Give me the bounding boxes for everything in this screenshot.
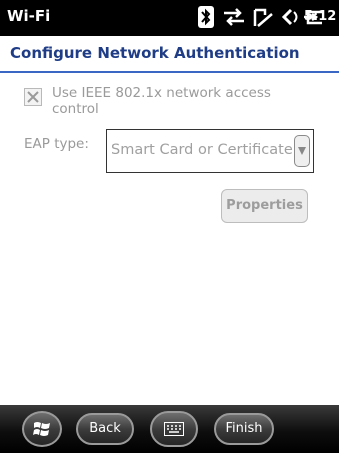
status-bar: Wi-Fi 5:12: [0, 0, 339, 36]
bluetooth-icon: [198, 6, 214, 28]
keyboard-button[interactable]: [150, 411, 198, 447]
title-divider: [0, 71, 339, 73]
clock: 5:12: [304, 9, 337, 24]
checkmark-icon: [27, 91, 39, 103]
keyboard-icon: [164, 422, 184, 436]
windows-logo-icon: [33, 422, 50, 436]
volume-icon: [281, 8, 298, 26]
ieee-8021x-checkbox[interactable]: [24, 88, 42, 106]
back-button[interactable]: Back: [76, 413, 134, 445]
ieee-8021x-label: Use IEEE 802.1x network access control: [52, 85, 271, 117]
taskbar: Back Finish: [0, 405, 339, 453]
dropdown-arrow-icon[interactable]: [294, 135, 310, 167]
signal-icon: [253, 8, 273, 27]
properties-button[interactable]: Properties: [221, 189, 308, 223]
finish-button[interactable]: Finish: [214, 413, 274, 445]
chevron-down-icon: [298, 147, 306, 155]
app-title: Wi-Fi: [7, 7, 51, 25]
page-title: Configure Network Authentication: [10, 44, 300, 62]
eap-type-label: EAP type:: [24, 136, 89, 152]
data-sync-icon: [224, 8, 244, 26]
eap-type-select[interactable]: Smart Card or Certificate: [106, 129, 314, 173]
start-button[interactable]: [22, 411, 62, 447]
eap-type-value: Smart Card or Certificate: [111, 142, 293, 158]
